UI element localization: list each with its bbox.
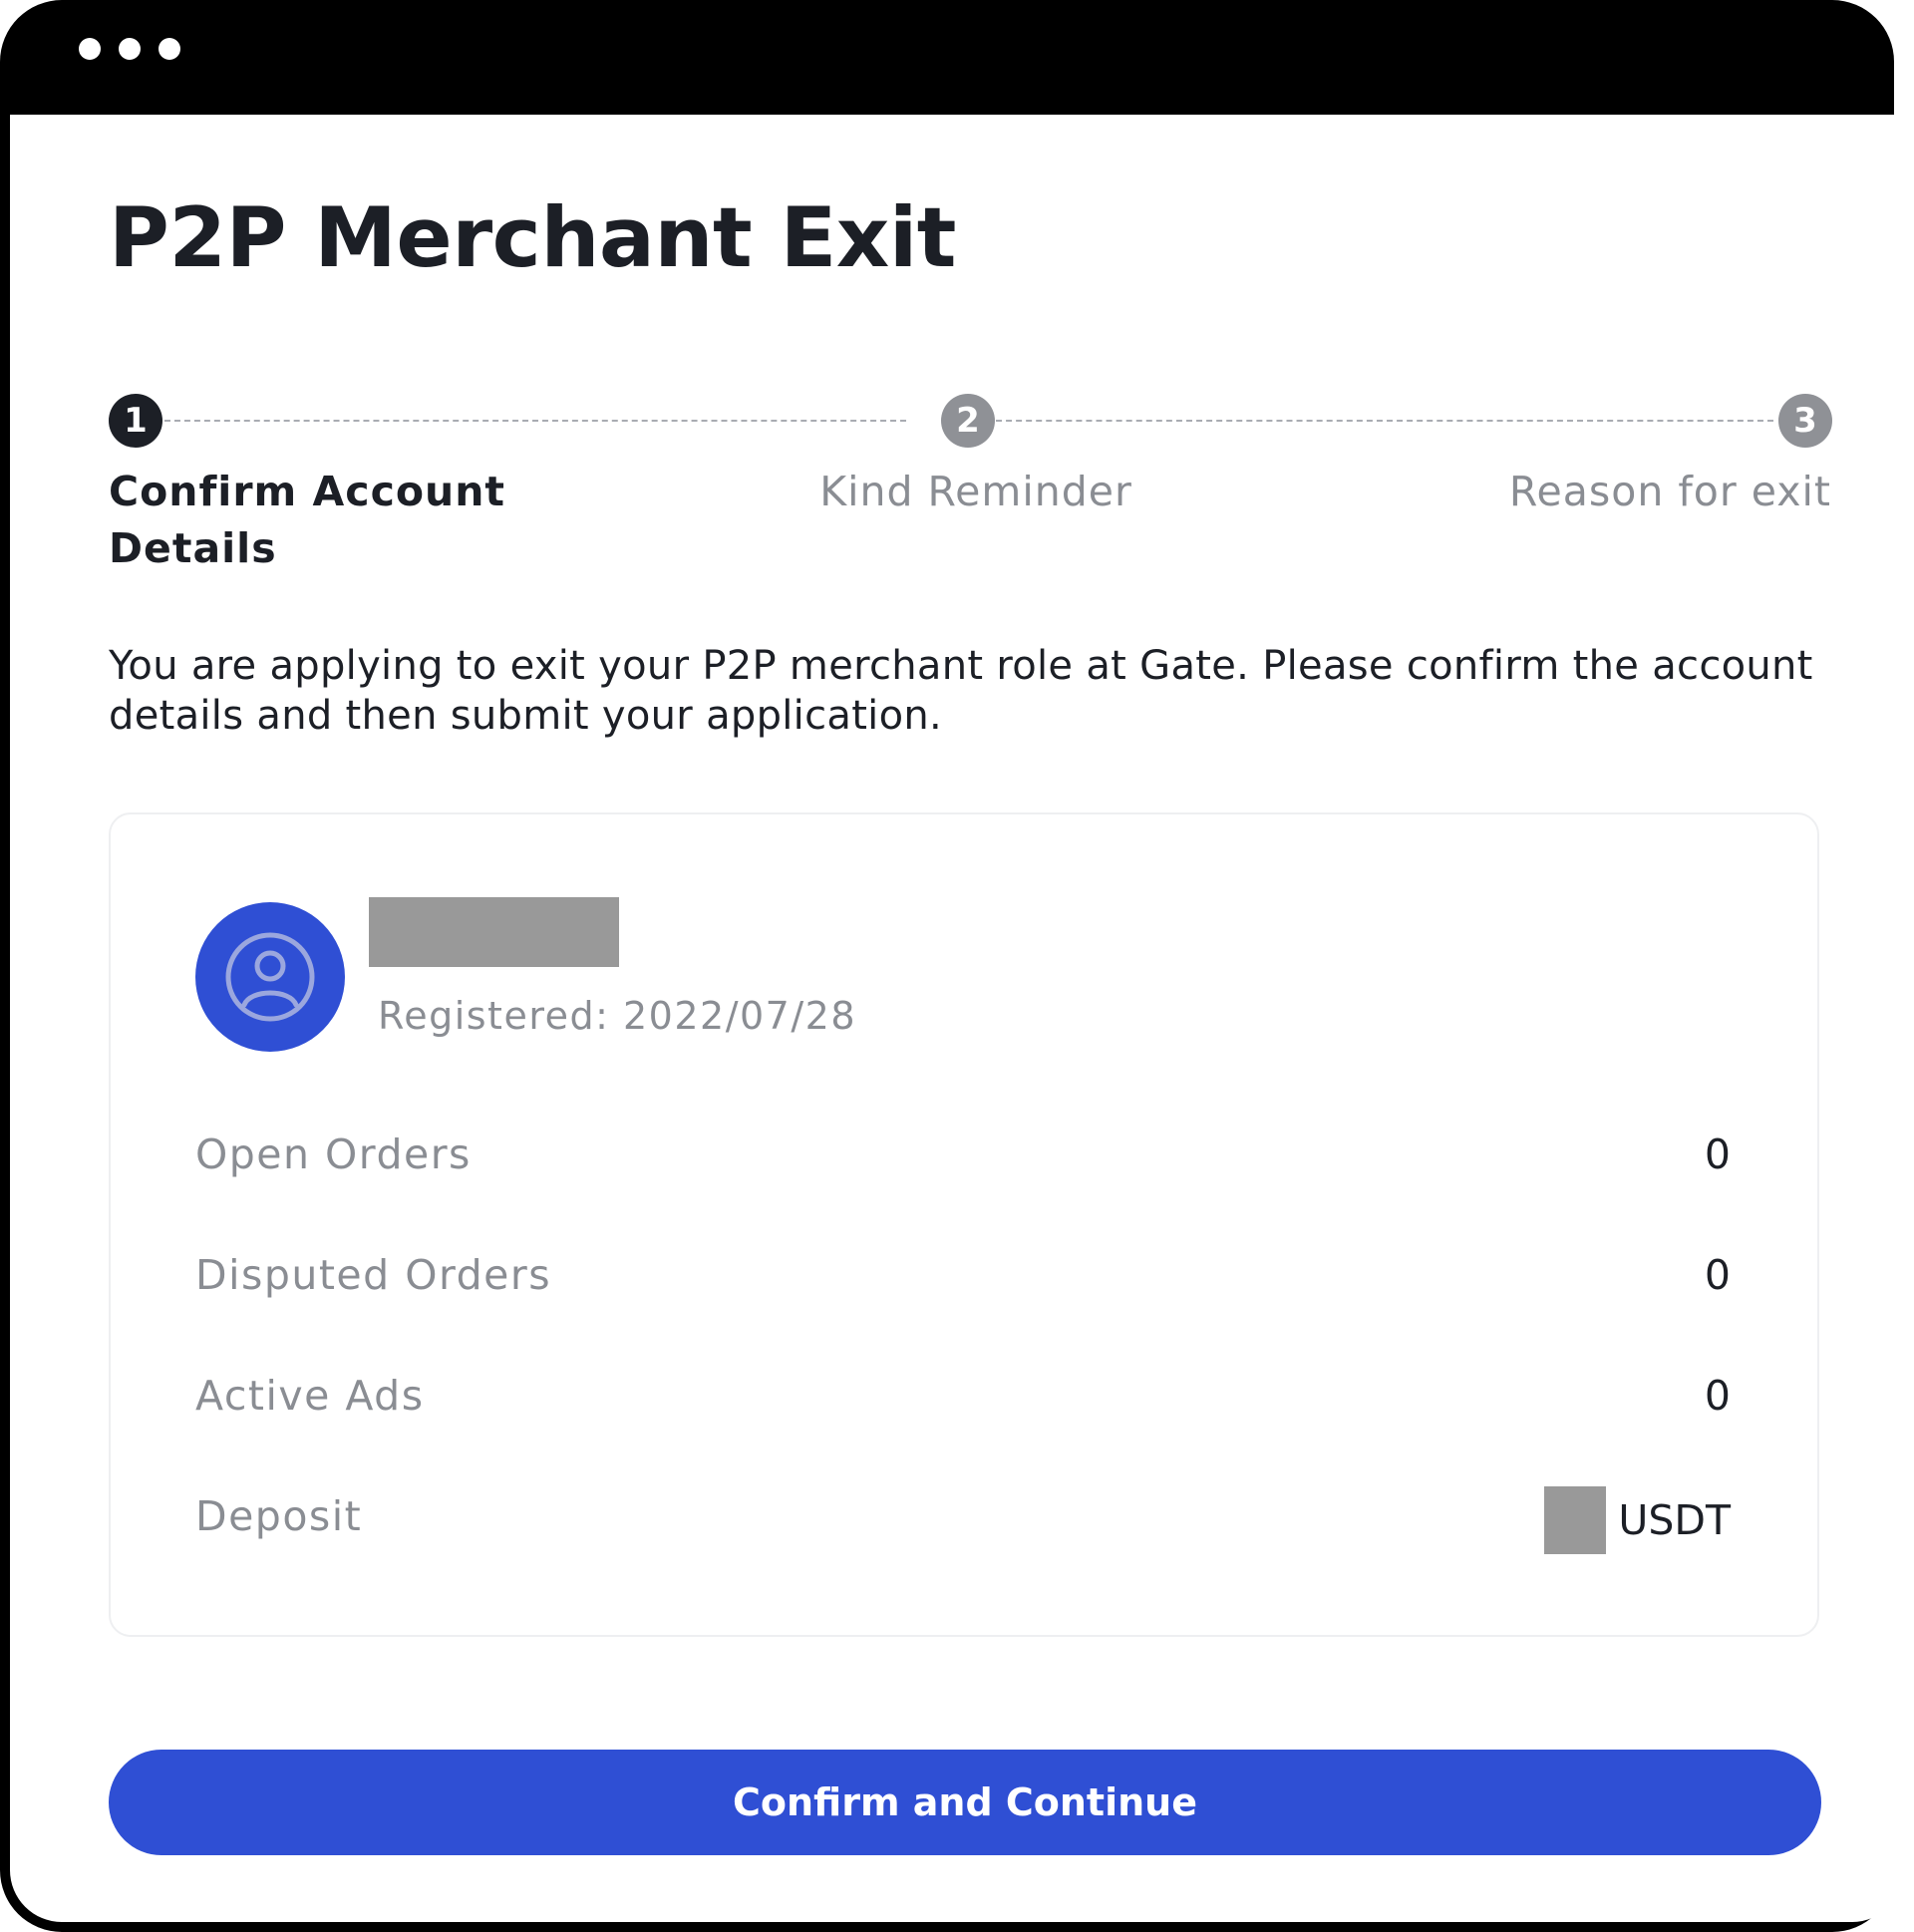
step-3-label: Reason for exit	[1508, 468, 1831, 515]
window-dot-icon	[79, 38, 101, 60]
confirm-and-continue-button[interactable]: Confirm and Continue	[109, 1750, 1821, 1855]
account-name-redacted	[369, 897, 619, 967]
app-screen: P2P Merchant Exit 1 2 3 Confirm Account …	[10, 115, 1904, 1922]
stat-value-number: 0	[1704, 1251, 1731, 1299]
step-connector	[164, 420, 906, 422]
page-title: P2P Merchant Exit	[109, 189, 956, 286]
stat-value: 0	[1705, 1245, 1731, 1305]
window-controls	[79, 38, 180, 60]
intro-text: You are applying to exit your P2P mercha…	[109, 643, 1813, 739]
registered-date: Registered: 2022/07/28	[378, 994, 857, 1038]
stat-value-number: 0	[1704, 1130, 1731, 1178]
stat-label: Active Ads	[195, 1372, 425, 1420]
window-dot-icon	[119, 38, 141, 60]
stat-row-deposit: Deposit USDT	[195, 1486, 1731, 1554]
user-circle-icon	[225, 932, 315, 1022]
window-dot-icon	[159, 38, 180, 60]
stat-label: Disputed Orders	[195, 1251, 552, 1299]
account-details-card: Registered: 2022/07/28 Open Orders 0 Dis…	[109, 812, 1819, 1637]
stat-row-active-ads: Active Ads 0	[195, 1366, 1731, 1426]
step-2-indicator: 2	[941, 394, 995, 448]
stat-row-disputed-orders: Disputed Orders 0	[195, 1245, 1731, 1305]
stat-label: Open Orders	[195, 1130, 472, 1178]
stat-row-open-orders: Open Orders 0	[195, 1125, 1731, 1184]
step-3-indicator: 3	[1778, 394, 1832, 448]
stat-value: USDT	[1544, 1486, 1731, 1554]
step-1-label: Confirm Account Details	[109, 468, 506, 572]
stat-value: 0	[1705, 1366, 1731, 1426]
stepper: 1 2 3 Confirm Account Details Kind Remin…	[109, 394, 1832, 593]
deposit-unit: USDT	[1618, 1496, 1731, 1544]
step-connector	[996, 420, 1773, 422]
stat-value: 0	[1705, 1125, 1731, 1184]
avatar	[195, 902, 345, 1052]
stat-value-number: 0	[1704, 1372, 1731, 1420]
stat-label: Deposit	[195, 1492, 363, 1540]
deposit-amount-redacted	[1544, 1486, 1607, 1554]
step-1-indicator: 1	[109, 394, 162, 448]
step-2-label: Kind Reminder	[819, 468, 1132, 515]
